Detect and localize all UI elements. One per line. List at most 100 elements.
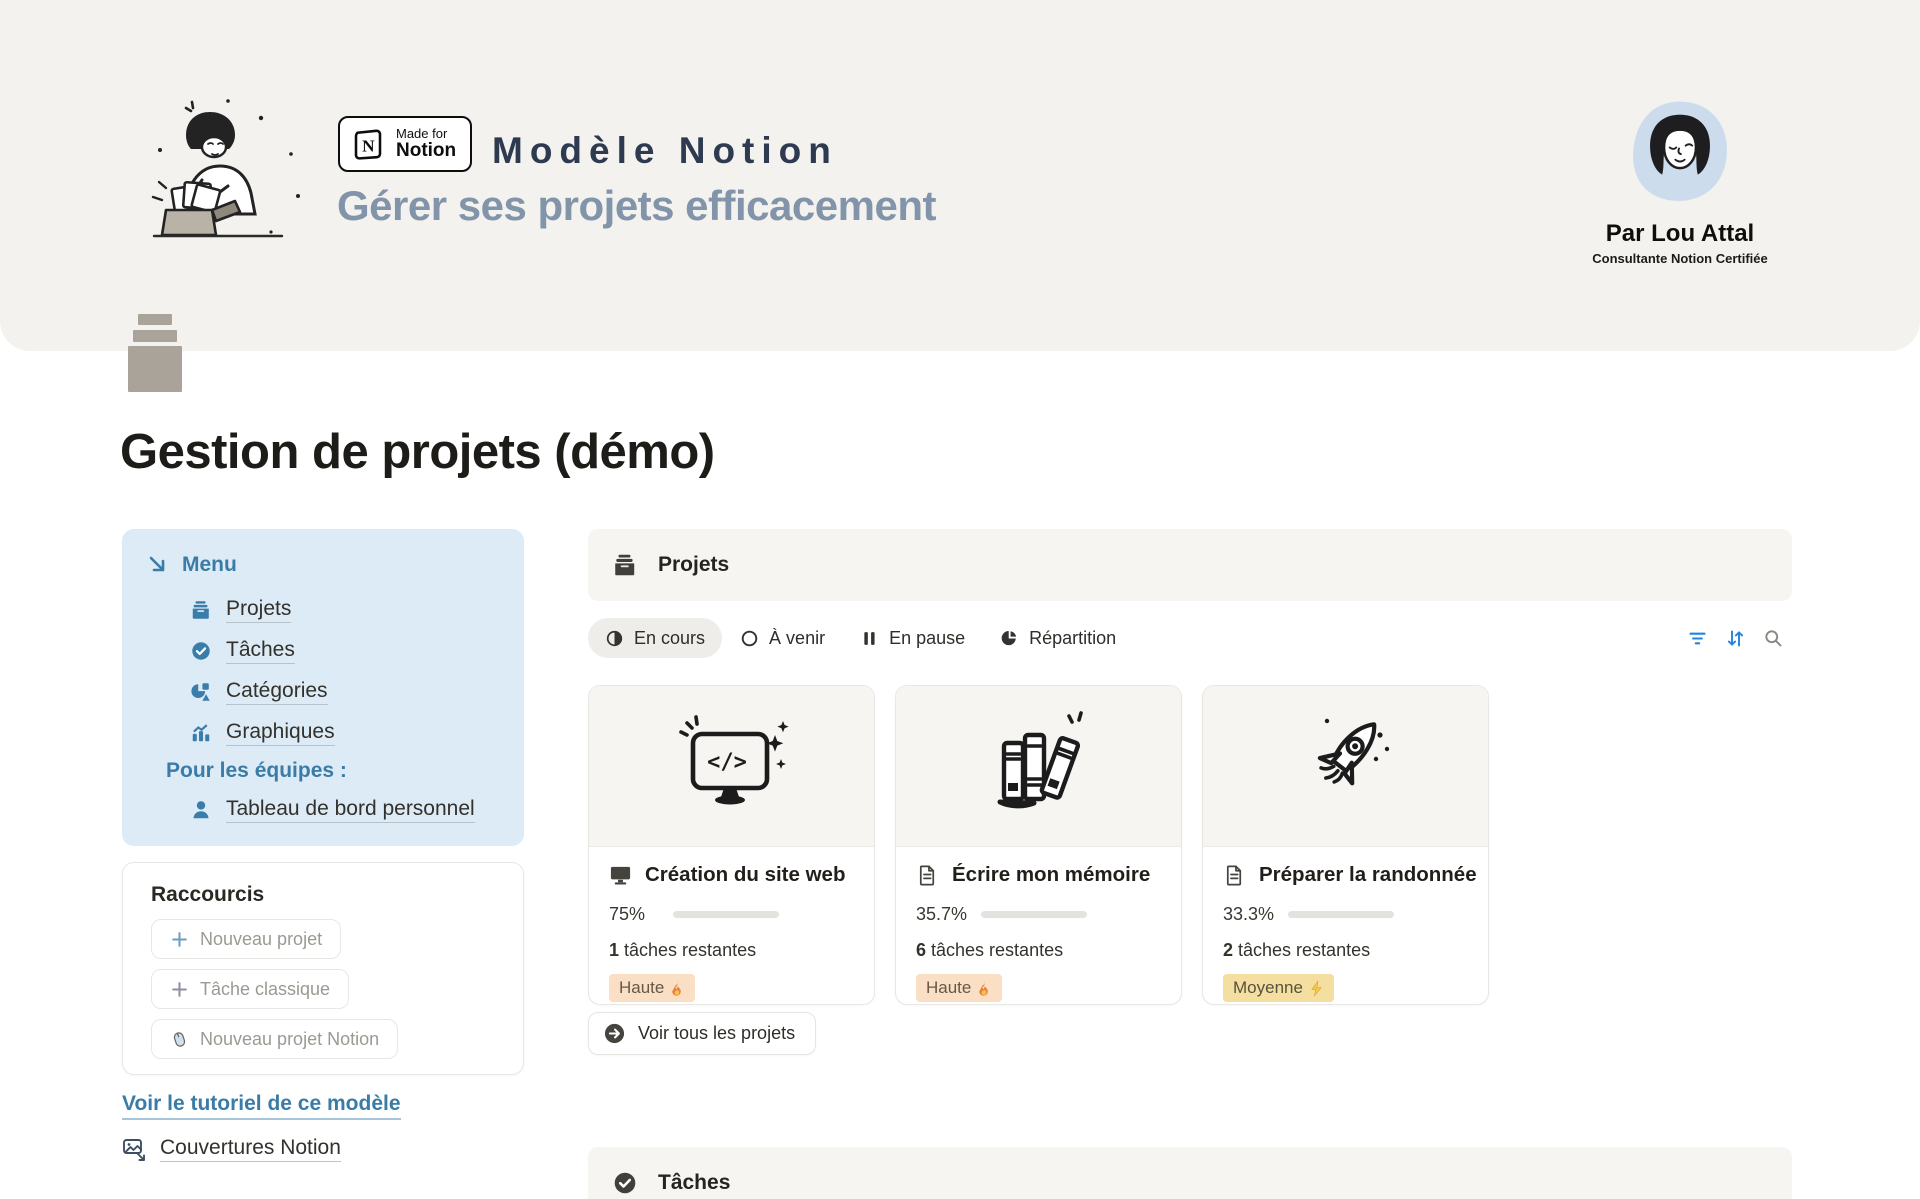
author-role: Consultante Notion Certifiée [1560,251,1800,266]
sidebar-menu-item[interactable]: Tâches [190,630,524,671]
see-all-label: Voir tous les projets [638,1023,795,1044]
priority-tag: Haute [609,974,695,1002]
priority-label: Haute [619,978,664,998]
page-icon-card-box[interactable] [128,314,182,394]
tasks-suffix: tâches restantes [1233,940,1370,960]
projects-view-tab[interactable]: À venir [723,618,842,658]
box-icon [612,552,638,578]
covers-link-label[interactable]: Couvertures Notion [160,1136,341,1162]
author-avatar [1621,96,1739,214]
priority-label: Moyenne [1233,978,1303,998]
progress-percent: 75% [609,904,659,925]
banner-subtitle: Gérer ses projets efficacement [337,182,936,230]
sidebar-menu-item[interactable]: Projets [190,589,524,630]
project-title-icon [1223,864,1246,887]
toolbar-icon[interactable] [1725,628,1746,649]
person-icon [190,799,212,821]
menu-item-label[interactable]: Tableau de bord personnel [226,797,475,823]
menu-item-label[interactable]: Projets [226,597,291,623]
menu-item-icon [190,599,212,621]
project-cards: </> Création du site web 75% 1 tâches re… [588,685,1489,1005]
project-title[interactable]: Création du site web [645,863,845,887]
progress-percent: 35.7% [916,904,967,925]
shortcut-button-icon [170,980,189,999]
notion-page: N Made for Notion Modèle Notion Gérer se… [0,0,1920,1199]
badge-line1: Made for [396,127,456,141]
priority-tag: Moyenne [1223,974,1334,1002]
priority-tag: Haute [916,974,1002,1002]
image-arrow-icon [122,1137,148,1161]
badge-line2: Notion [396,141,456,161]
shortcut-button-label: Nouveau projet [200,929,322,950]
priority-label: Haute [926,978,971,998]
tasks-count: 2 [1223,940,1233,960]
tasks-suffix: tâches restantes [619,940,756,960]
project-title-icon [916,864,939,887]
progress-bar [981,911,1087,918]
project-title[interactable]: Écrire mon mémoire [952,863,1150,887]
projects-tabs-row: En cours À venir En pause Répartition [588,617,1792,659]
projects-view-tab[interactable]: En cours [588,618,722,658]
project-progress: 75% [609,904,854,925]
toolbar-icon[interactable] [1687,628,1708,649]
tasks-suffix: tâches restantes [926,940,1063,960]
toolbar-icon[interactable] [1763,628,1784,649]
banner-title: Modèle Notion [492,130,838,172]
project-card[interactable]: Écrire mon mémoire 35.7% 6 tâches restan… [895,685,1182,1005]
projects-title: Projets [658,553,729,577]
project-card-body: Écrire mon mémoire 35.7% 6 tâches restan… [896,847,1181,1002]
sidebar-menu-item[interactable]: Catégories [190,671,524,712]
projects-view-tab[interactable]: Répartition [983,618,1133,658]
menu-item-icon [190,681,212,703]
project-card-cover [896,686,1181,847]
covers-link[interactable]: Couvertures Notion [122,1136,341,1162]
menu-item-label[interactable]: Graphiques [226,720,335,746]
tasks-remaining: 1 tâches restantes [609,940,854,961]
tab-icon [1000,629,1019,648]
cover-banner: N Made for Notion Modèle Notion Gérer se… [0,0,1920,351]
progress-bar [673,911,779,918]
tasks-remaining: 6 tâches restantes [916,940,1161,961]
page-title: Gestion de projets (démo) [120,424,715,480]
menu-item-icon [190,640,212,662]
progress-percent: 33.3% [1223,904,1274,925]
tab-label: À venir [769,628,825,649]
arrow-se-icon [146,553,170,577]
tab-icon [860,629,879,648]
person-with-box-illustration [148,92,308,242]
shortcut-button[interactable]: Tâche classique [151,969,349,1009]
progress-bar [1288,911,1394,918]
tab-label: En pause [889,628,965,649]
tasks-count: 6 [916,940,926,960]
sidebar-menu-item[interactable]: Graphiques [190,712,524,753]
menu-item-label[interactable]: Catégories [226,679,328,705]
shortcut-button[interactable]: Nouveau projet [151,919,341,959]
see-all-projects-button[interactable]: Voir tous les projets [588,1012,816,1055]
tasks-section-header: Tâches [588,1147,1792,1199]
author-name: Par Lou Attal [1560,220,1800,248]
project-title[interactable]: Préparer la randonnée [1259,863,1477,887]
shortcut-button-icon [170,1030,189,1049]
check-circle-icon [612,1170,638,1196]
tutorial-link[interactable]: Voir le tutoriel de ce modèle [122,1092,401,1120]
project-card[interactable]: </> Création du site web 75% 1 tâches re… [588,685,875,1005]
shortcut-button[interactable]: Nouveau projet Notion [151,1019,398,1059]
project-card-body: Création du site web 75% 1 tâches restan… [589,847,874,1002]
projects-view-tab[interactable]: En pause [843,618,982,658]
tasks-count: 1 [609,940,619,960]
notion-n-icon: N [350,126,386,162]
menu-card: Menu Projets Tâches Catégories Graphique… [122,529,524,846]
project-card-body: Préparer la randonnée 33.3% 2 tâches res… [1203,847,1488,1002]
projects-toolbar [1687,628,1792,649]
tasks-title: Tâches [658,1171,730,1195]
shortcut-button-label: Tâche classique [200,979,330,1000]
shortcuts-card: Raccourcis Nouveau projet Tâche classiqu… [122,862,524,1075]
menu-item-label[interactable]: Tâches [226,638,295,664]
shortcut-button-icon [170,930,189,949]
project-card[interactable]: Préparer la randonnée 33.3% 2 tâches res… [1202,685,1489,1005]
project-card-cover [1203,686,1488,847]
sidebar-item-team-dashboard[interactable]: Tableau de bord personnel [190,789,524,830]
project-progress: 33.3% [1223,904,1468,925]
author-block: Par Lou Attal Consultante Notion Certifi… [1560,96,1800,266]
menu-items: Projets Tâches Catégories Graphiques [190,589,524,753]
